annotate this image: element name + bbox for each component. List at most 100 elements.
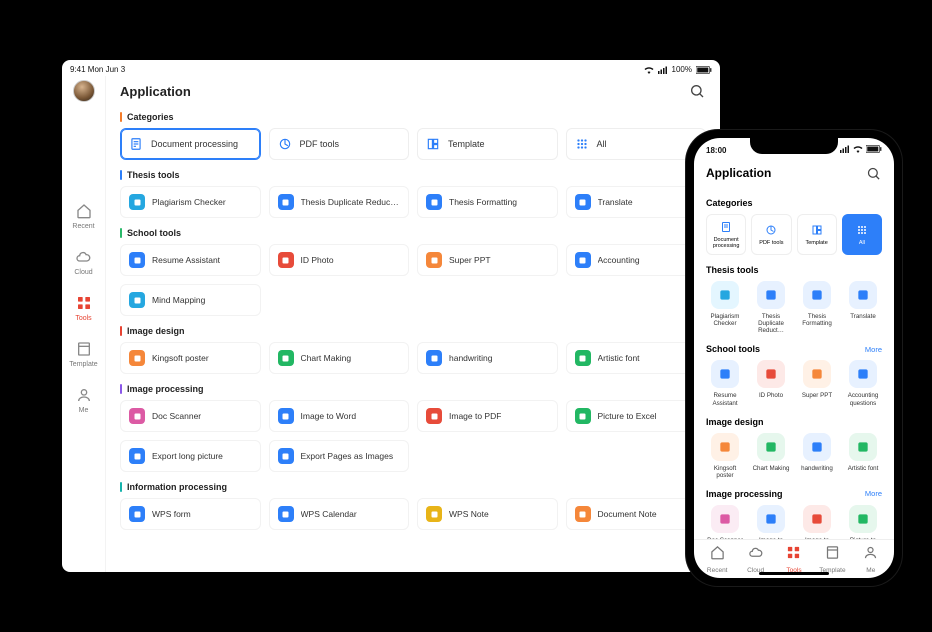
wifi-icon (644, 66, 654, 74)
doc-icon (129, 137, 143, 151)
tool-card[interactable]: handwriting (798, 433, 836, 479)
sidebar-item-me[interactable]: Me (75, 386, 93, 414)
more-link[interactable]: More (865, 489, 882, 498)
section-title: Thesis tools (706, 265, 759, 275)
tool-card[interactable]: Doc Scanner (706, 505, 744, 539)
tool-label: Export Pages as Images (301, 451, 394, 461)
category-pdf-tools[interactable]: PDF tools (751, 214, 791, 255)
category-doc-processing[interactable]: Document processing (120, 128, 261, 160)
phone-body: Categories Document processing PDF tools… (694, 188, 894, 539)
tool-label: Super PPT (449, 255, 491, 265)
sidebar-item-cloud[interactable]: Cloud (74, 248, 92, 276)
tablet-sidebar: Recent Cloud Tools (62, 76, 106, 572)
tool-card[interactable]: Picture to Excel (566, 400, 707, 432)
battery-icon (866, 145, 882, 155)
tool-icon (278, 506, 294, 522)
tool-card[interactable]: Accounting questions (844, 360, 882, 406)
sidebar-item-tools[interactable]: Tools (75, 294, 93, 322)
template-icon (825, 545, 840, 565)
tool-card[interactable]: Chart Making (269, 342, 410, 374)
tab-tools[interactable]: Tools (775, 545, 813, 574)
tool-card[interactable]: Thesis Formatting (798, 281, 836, 334)
tool-label: Plagiarism Checker (706, 313, 744, 327)
tool-icon (575, 252, 591, 268)
tool-icon (757, 281, 785, 309)
search-button[interactable] (688, 82, 706, 100)
user-icon (75, 386, 93, 404)
search-button[interactable] (864, 164, 882, 182)
tool-card[interactable]: Thesis Formatting (417, 186, 558, 218)
more-link[interactable]: More (865, 345, 882, 354)
tool-icon (803, 505, 831, 533)
tool-card[interactable]: Translate (844, 281, 882, 334)
section-title: Image design (706, 417, 764, 427)
tool-card[interactable]: Chart Making (752, 433, 790, 479)
tool-card[interactable]: Super PPT (798, 360, 836, 406)
tool-label: Doc Scanner (152, 411, 201, 421)
tab-template[interactable]: Template (813, 545, 851, 574)
tool-card[interactable]: Kingsoft poster (120, 342, 261, 374)
tool-icon (426, 506, 442, 522)
tool-card[interactable]: Artistic font (566, 342, 707, 374)
tool-card[interactable]: Accounting (566, 244, 707, 276)
tool-card[interactable]: Document Note (566, 498, 707, 530)
tool-icon (426, 194, 442, 210)
category-all[interactable]: All (566, 128, 707, 160)
tool-card[interactable]: Image to PDF (417, 400, 558, 432)
tab-cloud[interactable]: Cloud (736, 545, 774, 574)
school-row: Resume Assistant ID Photo Super PPTAccount… (706, 360, 882, 406)
avatar[interactable] (73, 80, 95, 102)
tool-label: Translate (598, 197, 633, 207)
image-proc-row-2: Export long picture Export Pages as Image… (120, 440, 706, 472)
tablet-screen: 9:41 Mon Jun 3 100% (62, 60, 720, 572)
tab-recent[interactable]: Recent (698, 545, 736, 574)
tool-card[interactable]: WPS Calendar (269, 498, 410, 530)
tool-card[interactable]: Picture to Excel (844, 505, 882, 539)
tool-label: Picture to Excel (598, 411, 657, 421)
tool-icon (757, 360, 785, 388)
tool-card[interactable]: Translate (566, 186, 707, 218)
tool-label: handwriting (449, 353, 492, 363)
tool-card[interactable]: Super PPT (417, 244, 558, 276)
page-title: Application (706, 166, 771, 180)
category-doc-processing[interactable]: Document processing (706, 214, 746, 255)
battery-icon (696, 66, 712, 74)
tool-card[interactable]: Mind Mapping (120, 284, 261, 316)
tool-card[interactable]: Resume Assistant (120, 244, 261, 276)
sidebar-item-template[interactable]: Template (69, 340, 97, 368)
section-title: Categories (706, 198, 753, 208)
tool-card[interactable]: WPS Note (417, 498, 558, 530)
thesis-row: Plagiarism Checker Thesis Duplicate Reduc… (706, 281, 882, 334)
category-template[interactable]: Template (797, 214, 837, 255)
tool-card[interactable]: Image to Word (269, 400, 410, 432)
category-all[interactable]: All (842, 214, 882, 255)
tool-card[interactable]: Export Pages as Images (269, 440, 410, 472)
sidebar-item-recent[interactable]: Recent (72, 202, 94, 230)
tool-card[interactable]: Artistic font (844, 433, 882, 479)
tool-card[interactable]: ID Photo (752, 360, 790, 406)
category-template[interactable]: Template (417, 128, 558, 160)
tool-card[interactable]: Image to Word (752, 505, 790, 539)
tool-label: ID Photo (759, 392, 783, 399)
grid-icon (75, 294, 93, 312)
home-icon (75, 202, 93, 220)
tool-card[interactable]: Image to PDF (798, 505, 836, 539)
tool-card[interactable]: Resume Assistant (706, 360, 744, 406)
tool-label: Mind Mapping (152, 295, 205, 305)
tablet-status-bar: 9:41 Mon Jun 3 100% (62, 60, 720, 76)
section-head-categories: Categories (120, 112, 706, 122)
tool-card[interactable]: Doc Scanner (120, 400, 261, 432)
tool-card[interactable]: Export long picture (120, 440, 261, 472)
category-pdf-tools[interactable]: PDF tools (269, 128, 410, 160)
tool-card[interactable]: handwriting (417, 342, 558, 374)
tool-card[interactable]: Thesis Duplicate Reduct… (752, 281, 790, 334)
tool-label: WPS Calendar (301, 509, 357, 519)
tool-card[interactable]: ID Photo (269, 244, 410, 276)
tool-card[interactable]: Thesis Duplicate Reduct… (269, 186, 410, 218)
tool-card[interactable]: Plagiarism Checker (706, 281, 744, 334)
tool-card[interactable]: WPS form (120, 498, 261, 530)
tool-card[interactable]: Kingsoft poster (706, 433, 744, 479)
tab-me[interactable]: Me (852, 545, 890, 574)
tool-card[interactable]: Plagiarism Checker (120, 186, 261, 218)
tool-label: Kingsoft poster (706, 465, 744, 479)
